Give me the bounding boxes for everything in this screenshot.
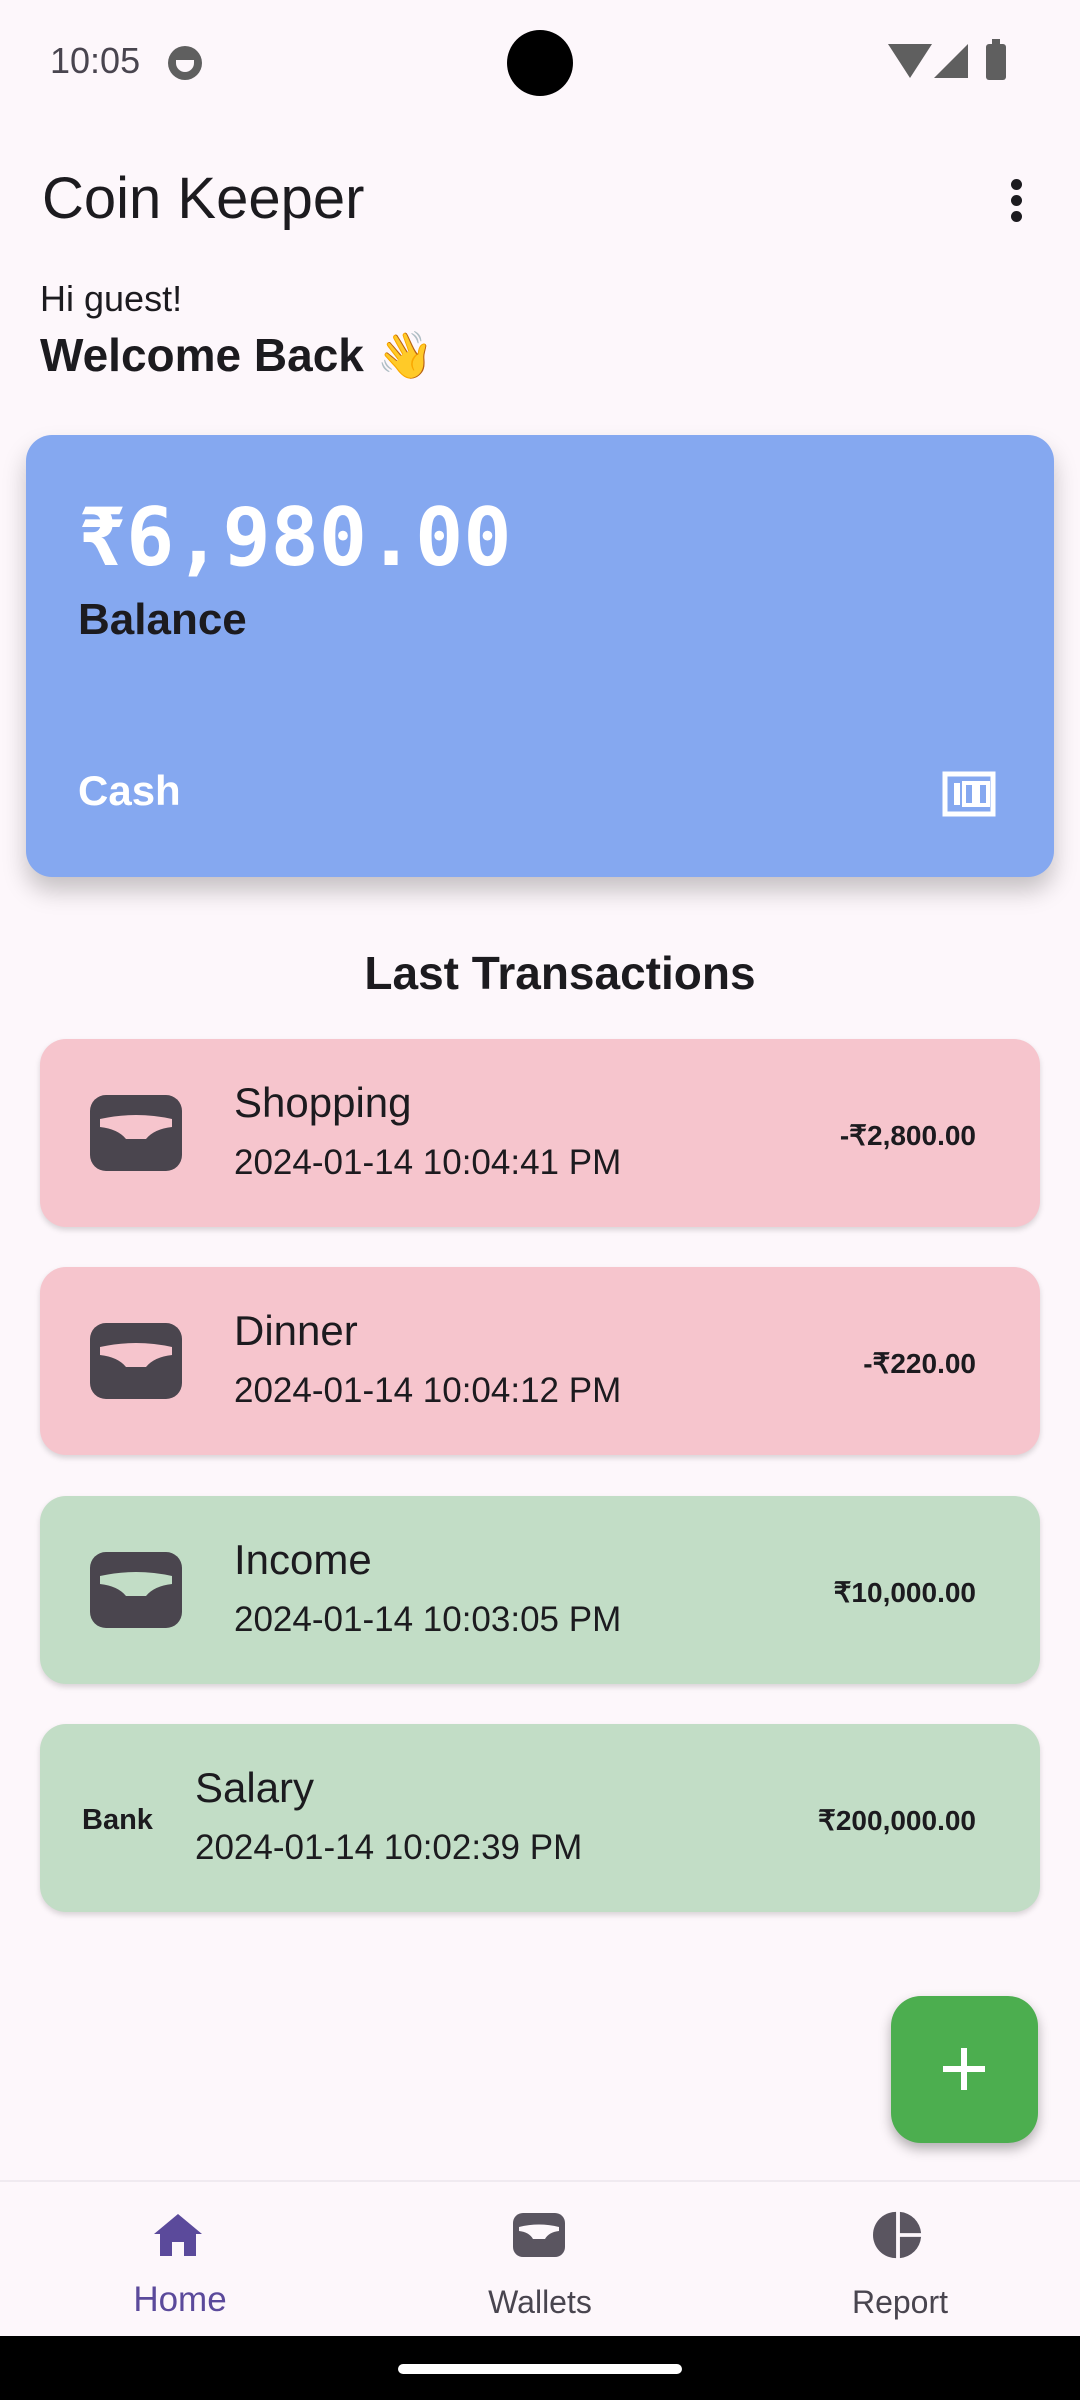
welcome-heading: Welcome Back 👋: [40, 329, 434, 381]
nav-home-label: Home: [133, 2280, 227, 2319]
camera-cutout: [507, 30, 573, 96]
balance-amount: ₹6,980.00: [78, 491, 512, 584]
nav-wallets-label: Wallets: [488, 2284, 592, 2320]
balance-card[interactable]: ₹6,980.00 Balance Cash: [26, 435, 1054, 877]
add-transaction-button[interactable]: [891, 1996, 1038, 2143]
wifi-icon: [888, 44, 932, 78]
wallet-icon: [513, 2213, 565, 2257]
notification-icon: [168, 46, 202, 80]
transaction-card[interactable]: Bank Salary 2024-01-14 10:02:39 PM ₹200,…: [40, 1724, 1040, 1912]
nav-home[interactable]: Home: [0, 2182, 360, 2338]
transactions-heading: Last Transactions: [364, 947, 756, 999]
bottom-navigation: Home Wallets Report: [0, 2180, 1080, 2338]
transaction-card[interactable]: Dinner 2024-01-14 10:04:12 PM -₹220.00: [40, 1267, 1040, 1455]
wallet-icon: [90, 1323, 182, 1399]
nav-wallets[interactable]: Wallets: [360, 2182, 720, 2338]
transaction-amount: ₹200,000.00: [818, 1805, 976, 1836]
transaction-date: 2024-01-14 10:03:05 PM: [234, 1600, 622, 1639]
pie-chart-icon: [873, 2211, 922, 2259]
wallet-icon: [90, 1552, 182, 1628]
transaction-card[interactable]: Shopping 2024-01-14 10:04:41 PM -₹2,800.…: [40, 1039, 1040, 1227]
greeting-text: Hi guest!: [40, 278, 183, 319]
wallet-icon: [90, 1095, 182, 1171]
transaction-date: 2024-01-14 10:04:12 PM: [234, 1371, 622, 1410]
transaction-amount: -₹2,800.00: [839, 1120, 976, 1151]
plus-icon: [943, 2048, 985, 2090]
home-gesture-handle[interactable]: [398, 2364, 682, 2374]
home-icon: [154, 2214, 202, 2256]
account-label: Bank: [82, 1804, 153, 1836]
transaction-amount: ₹10,000.00: [833, 1577, 976, 1608]
battery-icon: [986, 39, 1006, 80]
transaction-date: 2024-01-14 10:04:41 PM: [234, 1143, 622, 1182]
more-vert-icon[interactable]: [1000, 176, 1034, 224]
status-time: 10:05: [50, 40, 141, 81]
balance-label: Balance: [78, 595, 247, 644]
gesture-bar: [0, 2336, 1080, 2400]
transaction-title: Shopping: [234, 1079, 412, 1126]
transaction-title: Dinner: [234, 1307, 358, 1354]
transaction-title: Salary: [195, 1764, 315, 1811]
signal-icon: [934, 44, 968, 78]
transaction-title: Income: [234, 1536, 372, 1583]
nav-report[interactable]: Report: [720, 2182, 1080, 2338]
cash-icon: [942, 771, 996, 817]
wallet-name: Cash: [78, 767, 181, 814]
status-bar: 10:05: [0, 0, 1080, 128]
transaction-date: 2024-01-14 10:02:39 PM: [195, 1828, 583, 1867]
nav-report-label: Report: [851, 2284, 949, 2320]
transaction-amount: -₹220.00: [863, 1348, 976, 1379]
app-title: Coin Keeper: [42, 166, 365, 231]
transaction-card[interactable]: Income 2024-01-14 10:03:05 PM ₹10,000.00: [40, 1496, 1040, 1684]
